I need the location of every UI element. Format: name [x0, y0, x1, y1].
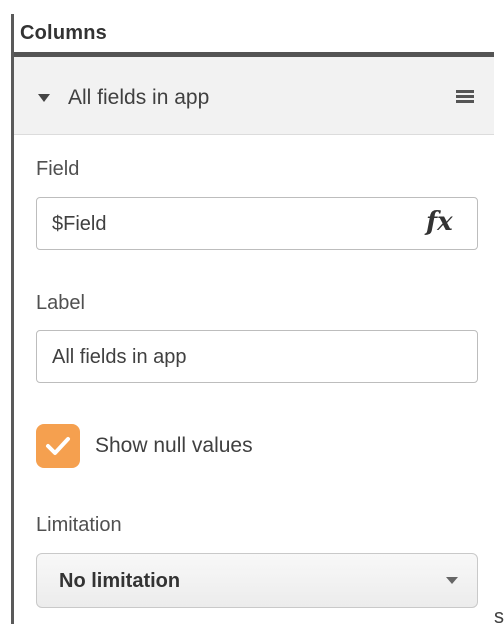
- fx-icon[interactable]: fx: [426, 207, 453, 237]
- limitation-label: Limitation: [36, 514, 122, 536]
- field-input-value: $Field: [52, 213, 107, 235]
- stray-text: s: [494, 606, 504, 624]
- limitation-dropdown[interactable]: No limitation: [36, 553, 478, 608]
- hamburger-menu-icon[interactable]: [456, 90, 474, 104]
- chevron-down-icon: [446, 577, 458, 584]
- field-input[interactable]: $Field fx: [36, 197, 478, 250]
- label-input[interactable]: All fields in app: [36, 330, 478, 383]
- properties-panel: Columns All fields in app Field $Field f…: [0, 0, 504, 624]
- column-item-header[interactable]: All fields in app: [14, 57, 494, 135]
- checkmark-icon: [46, 437, 70, 455]
- column-item-label: All fields in app: [68, 86, 210, 109]
- section-title: Columns: [20, 22, 107, 44]
- label-label: Label: [36, 292, 85, 314]
- limitation-selected-value: No limitation: [59, 570, 181, 592]
- show-null-values-label: Show null values: [95, 434, 253, 457]
- show-null-values-checkbox[interactable]: [36, 424, 80, 468]
- caret-down-icon[interactable]: [38, 94, 50, 102]
- label-input-value: All fields in app: [52, 346, 187, 368]
- field-label: Field: [36, 158, 80, 180]
